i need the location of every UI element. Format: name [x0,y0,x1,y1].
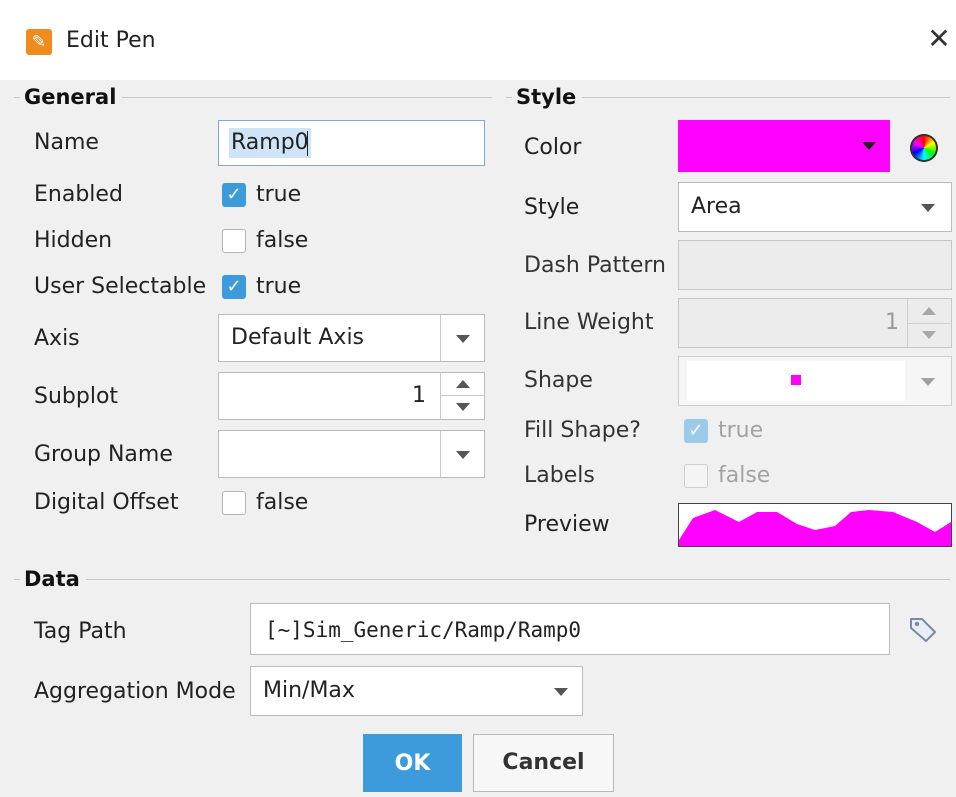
user-selectable-value: true [256,274,302,299]
style-select[interactable]: Area [678,182,952,232]
aggregation-mode-select[interactable]: Min/Max [250,666,583,716]
subplot-value: 1 [412,383,426,408]
axis-label: Axis [34,326,80,351]
aggregation-mode-label: Aggregation Mode [34,679,236,704]
line-weight-value: 1 [885,310,899,335]
subplot-label: Subplot [34,384,119,409]
shape-label: Shape [524,368,593,393]
name-input[interactable]: Ramp0 [218,120,485,166]
name-input-value: Ramp0 [229,128,311,158]
shape-select[interactable] [678,356,952,406]
brush-icon: ✎ [26,29,52,55]
fill-shape-label: Fill Shape? [524,418,641,443]
user-selectable-label: User Selectable [34,274,207,299]
spin-down-icon[interactable] [922,331,936,339]
window-title: Edit Pen [66,28,156,53]
digital-offset-label: Digital Offset [34,490,179,515]
style-select-value: Area [691,194,742,219]
tag-path-input[interactable]: [~]Sim_Generic/Ramp/Ramp0 [250,603,890,655]
labels-label: Labels [524,463,595,488]
line-weight-label: Line Weight [524,310,654,335]
fill-shape-checkbox[interactable]: ✓ [684,419,708,443]
chevron-down-icon [862,142,876,150]
chevron-down-icon [921,204,935,212]
group-name-label: Group Name [34,442,173,467]
axis-select-value: Default Axis [231,325,365,350]
chevron-down-icon [456,335,470,343]
spin-up-icon[interactable] [922,307,936,315]
enabled-label: Enabled [34,182,123,207]
preview-area-graph [679,510,951,546]
spin-down-icon[interactable] [456,403,470,411]
style-section-title: Style [512,84,583,110]
tag-path-label: Tag Path [34,619,127,644]
chevron-down-icon [554,688,568,696]
fill-shape-value: true [718,418,764,443]
general-section-title: General [20,84,123,110]
spin-up-icon[interactable] [456,380,470,388]
enabled-value: true [256,182,302,207]
square-marker-icon [791,375,801,385]
line-weight-stepper[interactable]: 1 [678,298,952,348]
ok-button[interactable]: OK [363,734,462,792]
hidden-checkbox[interactable] [222,229,246,253]
color-wheel-icon[interactable] [910,134,938,162]
digital-offset-checkbox[interactable] [222,491,246,515]
dash-pattern-input[interactable] [678,240,952,290]
text-cursor [307,131,308,156]
style-label: Style [524,195,580,220]
chevron-down-icon [456,451,470,459]
cancel-button[interactable]: Cancel [473,734,614,792]
data-section-line [14,579,950,580]
labels-checkbox[interactable] [684,464,708,488]
user-selectable-checkbox[interactable]: ✓ [222,275,246,299]
tag-browse-icon[interactable] [908,616,938,642]
name-label: Name [34,130,99,155]
labels-value: false [718,463,771,488]
close-icon[interactable]: ✕ [922,22,956,56]
digital-offset-value: false [256,490,309,515]
dash-pattern-label: Dash Pattern [524,253,666,278]
color-label: Color [524,135,582,160]
aggregation-mode-value: Min/Max [263,678,355,703]
preview-swatch [678,503,952,547]
hidden-label: Hidden [34,228,113,253]
enabled-checkbox[interactable]: ✓ [222,183,246,207]
preview-label: Preview [524,512,610,537]
subplot-stepper[interactable]: 1 [218,372,485,420]
axis-select[interactable]: Default Axis [218,314,485,362]
color-picker-select[interactable] [678,120,890,172]
group-name-select[interactable] [218,430,485,478]
chevron-down-icon [921,378,935,386]
data-section-title: Data [20,566,86,592]
hidden-value: false [256,228,309,253]
tag-path-value: [~]Sim_Generic/Ramp/Ramp0 [265,618,582,642]
